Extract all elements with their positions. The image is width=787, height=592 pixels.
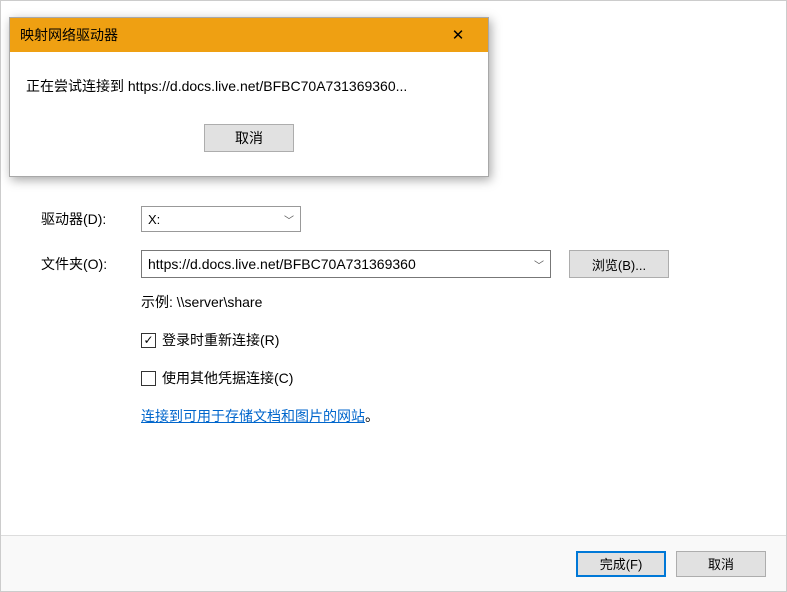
example-text: 示例: \\server\share [141,292,746,312]
connecting-progress-dialog: 映射网络驱动器 ✕ 正在尝试连接到 https://d.docs.live.ne… [9,17,489,177]
credentials-checkbox[interactable] [141,371,156,386]
reconnect-checkbox[interactable]: ✓ [141,333,156,348]
drive-value: X: [148,212,160,227]
credentials-label: 使用其他凭据连接(C) [162,368,293,388]
folder-combobox[interactable]: https://d.docs.live.net/BFBC70A731369360… [141,250,551,278]
reconnect-checkbox-row[interactable]: ✓ 登录时重新连接(R) [141,330,746,350]
progress-titlebar: 映射网络驱动器 ✕ [10,18,488,52]
drive-select[interactable]: X: ﹀ [141,206,301,232]
browse-button[interactable]: 浏览(B)... [569,250,669,278]
options-block: 示例: \\server\share ✓ 登录时重新连接(R) 使用其他凭据连接… [141,292,746,426]
chevron-down-icon: ﹀ [284,212,294,227]
link-period: 。 [365,408,379,424]
cancel-button[interactable]: 取消 [676,551,766,577]
credentials-checkbox-row[interactable]: 使用其他凭据连接(C) [141,368,746,388]
folder-label: 文件夹(O): [41,254,141,274]
progress-message: 正在尝试连接到 https://d.docs.live.net/BFBC70A7… [26,76,472,96]
chevron-down-icon: ﹀ [534,257,544,272]
finish-button[interactable]: 完成(F) [576,551,666,577]
close-icon[interactable]: ✕ [438,23,478,47]
progress-button-row: 取消 [26,124,472,152]
progress-content: 正在尝试连接到 https://d.docs.live.net/BFBC70A7… [10,52,488,176]
progress-title: 映射网络驱动器 [20,25,118,45]
folder-row: 文件夹(O): https://d.docs.live.net/BFBC70A7… [41,250,746,278]
connect-website-link[interactable]: 连接到可用于存储文档和图片的网站 [141,408,365,424]
website-link-row: 连接到可用于存储文档和图片的网站。 [141,406,746,426]
folder-value: https://d.docs.live.net/BFBC70A731369360 [148,256,416,272]
drive-label: 驱动器(D): [41,209,141,229]
wizard-footer: 完成(F) 取消 [1,535,786,591]
reconnect-label: 登录时重新连接(R) [162,330,279,350]
progress-cancel-button[interactable]: 取消 [204,124,294,152]
drive-row: 驱动器(D): X: ﹀ [41,206,746,232]
